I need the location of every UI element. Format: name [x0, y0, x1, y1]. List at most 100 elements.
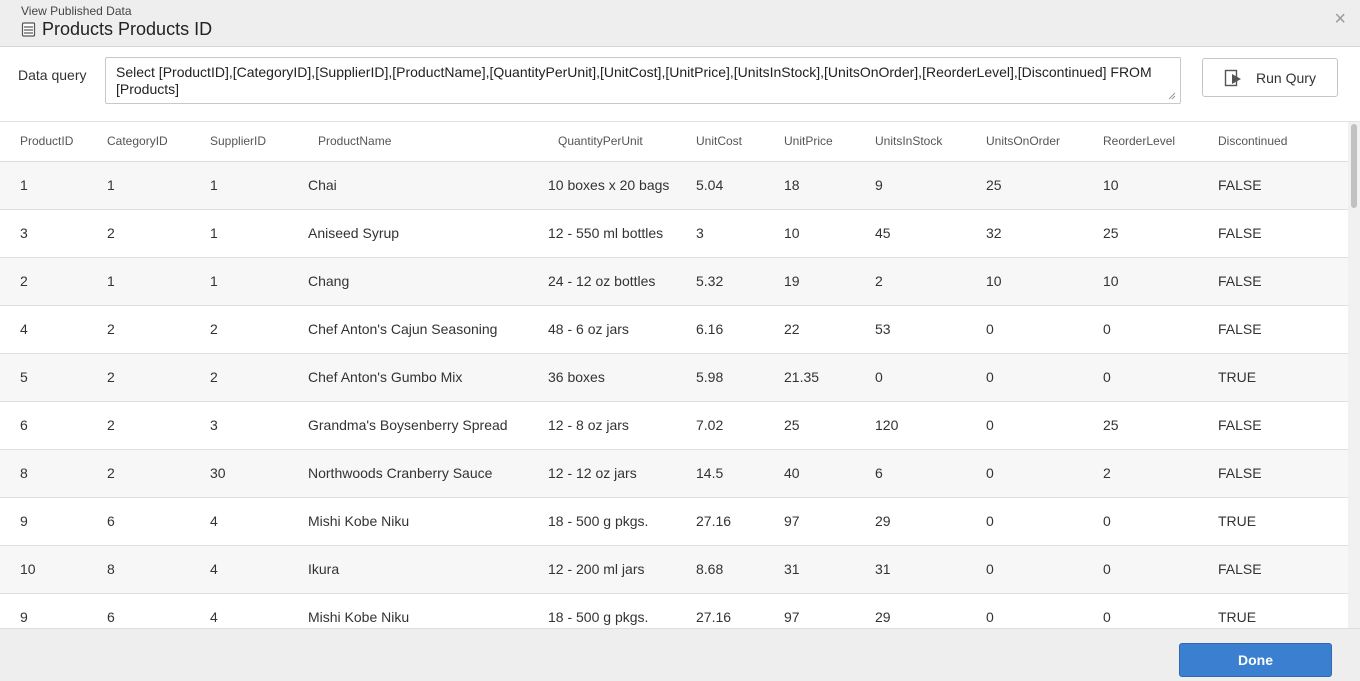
column-header-unitsonorder[interactable]: UnitsOnOrder: [966, 122, 1083, 162]
cell-unitsinstock: 53: [855, 305, 966, 354]
table-row[interactable]: 9 6 4 Mishi Kobe Niku 18 - 500 g pkgs. 27.16 9…: [0, 497, 1348, 546]
cell-unitprice: 10: [764, 209, 855, 258]
cell-unitsinstock: 120: [855, 401, 966, 450]
cell-unitsinstock: 0: [855, 353, 966, 402]
cell-discontinued: FALSE: [1198, 305, 1348, 354]
table-row[interactable]: 10 8 4 Ikura 12 - 200 ml jars 8.68 31 31 0 0 FALSE: [0, 545, 1348, 594]
cell-productname: Chai: [288, 161, 529, 210]
query-input[interactable]: Select [ProductID],[CategoryID],[Supplie…: [105, 57, 1181, 104]
cell-categoryid: 2: [87, 449, 190, 498]
column-header-reorderlevel[interactable]: ReorderLevel: [1083, 122, 1198, 162]
cell-productname: Chang: [288, 257, 529, 306]
column-header-unitprice[interactable]: UnitPrice: [764, 122, 855, 162]
column-header-productid[interactable]: ProductID: [0, 122, 87, 162]
cell-unitcost: 27.16: [676, 593, 764, 628]
cell-unitcost: 7.02: [676, 401, 764, 450]
cell-supplierid: 30: [190, 449, 288, 498]
table-row[interactable]: 6 2 3 Grandma's Boysenberry Spread 12 - 8 oz…: [0, 401, 1348, 450]
database-icon: [21, 21, 36, 37]
table-row[interactable]: 9 6 4 Mishi Kobe Niku 18 - 500 g pkgs. 27.16 9…: [0, 593, 1348, 628]
run-query-button[interactable]: Run Qury: [1202, 58, 1338, 97]
header-row: ProductID CategoryID SupplierID ProductName…: [0, 122, 1348, 162]
cell-unitprice: 31: [764, 545, 855, 594]
cell-supplierid: 4: [190, 497, 288, 546]
cell-discontinued: TRUE: [1198, 497, 1348, 546]
cell-quantityperunit: 24 - 12 oz bottles: [529, 257, 676, 306]
cell-reorderlevel: 25: [1083, 401, 1198, 450]
cell-supplierid: 1: [190, 257, 288, 306]
cell-unitsinstock: 9: [855, 161, 966, 210]
cell-discontinued: FALSE: [1198, 209, 1348, 258]
table-row[interactable]: 5 2 2 Chef Anton's Gumbo Mix 36 boxes 5.98 21.…: [0, 353, 1348, 402]
cell-productid: 2: [0, 257, 87, 306]
cell-categoryid: 1: [87, 161, 190, 210]
column-header-productname[interactable]: ProductName: [288, 122, 529, 162]
cell-unitcost: 5.32: [676, 257, 764, 306]
cell-discontinued: TRUE: [1198, 353, 1348, 402]
column-header-supplierid[interactable]: SupplierID: [190, 122, 288, 162]
cell-unitsonorder: 0: [966, 305, 1083, 354]
cell-productname: Northwoods Cranberry Sauce: [288, 449, 529, 498]
resize-grip-icon[interactable]: [1168, 92, 1176, 100]
column-header-categoryid[interactable]: CategoryID: [87, 122, 190, 162]
cell-unitcost: 5.98: [676, 353, 764, 402]
table-row[interactable]: 1 1 1 Chai 10 boxes x 20 bags 5.04 18 9 25 10 FALS…: [0, 161, 1348, 210]
title-row: Products Products ID: [21, 19, 212, 39]
cell-unitsinstock: 29: [855, 593, 966, 628]
column-header-quantityperunit[interactable]: QuantityPerUnit: [529, 122, 676, 162]
cell-productid: 5: [0, 353, 87, 402]
data-grid: ProductID CategoryID SupplierID ProductName…: [0, 122, 1348, 628]
table-row[interactable]: 8 2 30 Northwoods Cranberry Sauce 12 - 12 oz…: [0, 449, 1348, 498]
cell-unitsonorder: 0: [966, 353, 1083, 402]
cell-supplierid: 3: [190, 401, 288, 450]
cell-unitprice: 18: [764, 161, 855, 210]
cell-productname: Mishi Kobe Niku: [288, 497, 529, 546]
cell-reorderlevel: 0: [1083, 593, 1198, 628]
cell-quantityperunit: 18 - 500 g pkgs.: [529, 497, 676, 546]
scrollbar-thumb[interactable]: [1351, 124, 1357, 208]
query-area: Data query Select [ProductID],[CategoryI…: [0, 47, 1360, 122]
column-header-discontinued[interactable]: Discontinued: [1198, 122, 1348, 162]
cell-categoryid: 2: [87, 401, 190, 450]
cell-quantityperunit: 10 boxes x 20 bags: [529, 161, 676, 210]
table-row[interactable]: 3 2 1 Aniseed Syrup 12 - 550 ml bottles 3 10 45…: [0, 209, 1348, 258]
cell-categoryid: 2: [87, 305, 190, 354]
cell-unitcost: 8.68: [676, 545, 764, 594]
cell-productid: 9: [0, 593, 87, 628]
cell-reorderlevel: 2: [1083, 449, 1198, 498]
cell-unitsonorder: 10: [966, 257, 1083, 306]
column-header-unitcost[interactable]: UnitCost: [676, 122, 764, 162]
dialog-header: View Published Data Products Products ID…: [0, 0, 1360, 47]
table-body: 1 1 1 Chai 10 boxes x 20 bags 5.04 18 9 25 10 FALS…: [0, 161, 1348, 628]
cell-unitsinstock: 2: [855, 257, 966, 306]
query-text: Select [ProductID],[CategoryID],[Supplie…: [116, 64, 1152, 97]
cell-reorderlevel: 25: [1083, 209, 1198, 258]
close-icon[interactable]: ×: [1334, 9, 1346, 29]
cell-quantityperunit: 12 - 200 ml jars: [529, 545, 676, 594]
dialog-footer: Done: [0, 628, 1360, 681]
done-button[interactable]: Done: [1179, 643, 1332, 677]
cell-unitsinstock: 31: [855, 545, 966, 594]
cell-productid: 3: [0, 209, 87, 258]
cell-unitsinstock: 6: [855, 449, 966, 498]
table-row[interactable]: 4 2 2 Chef Anton's Cajun Seasoning 48 - 6 oz…: [0, 305, 1348, 354]
cell-reorderlevel: 0: [1083, 353, 1198, 402]
cell-categoryid: 6: [87, 497, 190, 546]
cell-supplierid: 1: [190, 161, 288, 210]
cell-categoryid: 2: [87, 353, 190, 402]
cell-categoryid: 6: [87, 593, 190, 628]
cell-quantityperunit: 12 - 550 ml bottles: [529, 209, 676, 258]
cell-supplierid: 4: [190, 593, 288, 628]
cell-supplierid: 2: [190, 353, 288, 402]
table-row[interactable]: 2 1 1 Chang 24 - 12 oz bottles 5.32 19 2 10 10 FAL…: [0, 257, 1348, 306]
cell-discontinued: TRUE: [1198, 593, 1348, 628]
cell-unitsonorder: 32: [966, 209, 1083, 258]
cell-productname: Chef Anton's Gumbo Mix: [288, 353, 529, 402]
column-header-unitsinstock[interactable]: UnitsInStock: [855, 122, 966, 162]
cell-productname: Mishi Kobe Niku: [288, 593, 529, 628]
cell-unitsonorder: 0: [966, 401, 1083, 450]
cell-reorderlevel: 0: [1083, 305, 1198, 354]
vertical-scrollbar[interactable]: [1348, 122, 1360, 628]
cell-reorderlevel: 0: [1083, 545, 1198, 594]
query-label: Data query: [18, 67, 87, 83]
